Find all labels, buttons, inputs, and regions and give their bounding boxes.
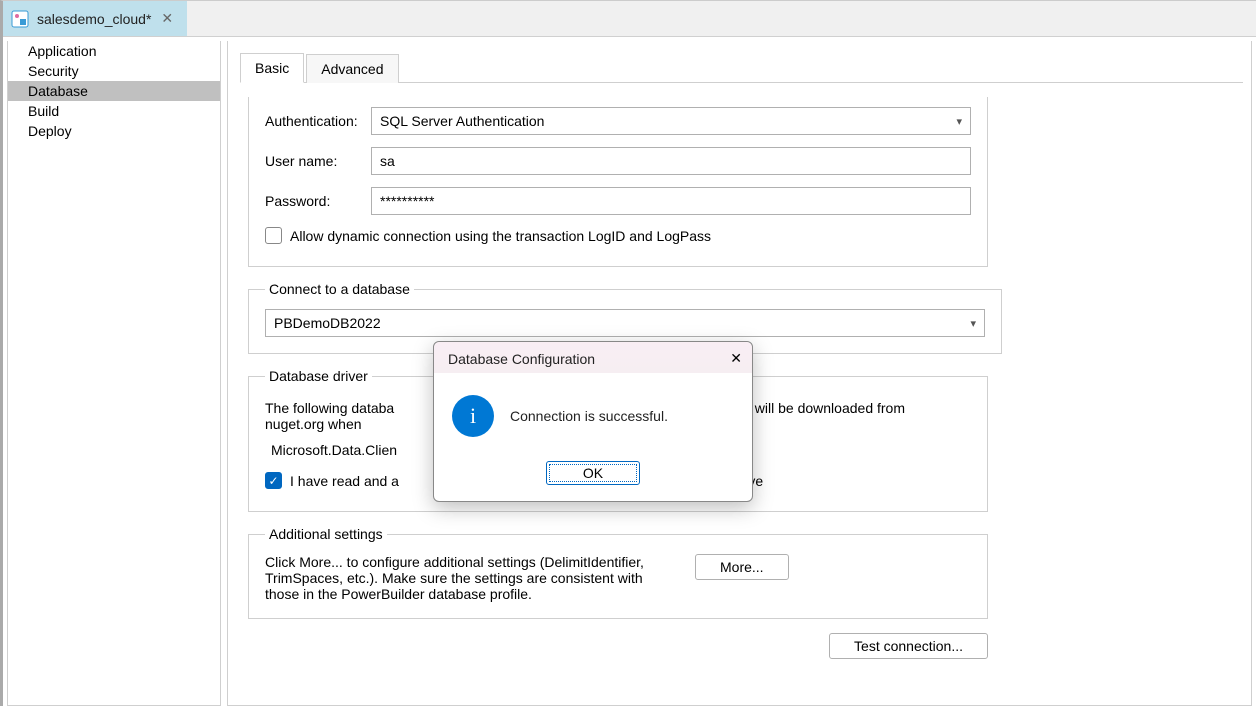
sidebar-item-build[interactable]: Build: [8, 101, 220, 121]
inner-tabs: Basic Advanced: [240, 49, 1243, 83]
chevron-down-icon: ▾: [956, 115, 962, 128]
dialog-message: Connection is successful.: [510, 408, 668, 424]
file-tab[interactable]: salesdemo_cloud* ✕: [3, 1, 187, 36]
allow-dynamic-label: Allow dynamic connection using the trans…: [290, 228, 711, 244]
file-tab-bar: salesdemo_cloud* ✕: [3, 1, 1256, 37]
password-label: Password:: [265, 193, 371, 209]
username-input[interactable]: [371, 147, 971, 175]
agree-label-a: I have read and a: [290, 473, 399, 489]
password-input[interactable]: [371, 187, 971, 215]
chevron-down-icon: ▾: [970, 317, 976, 330]
info-icon: i: [452, 395, 494, 437]
sidebar-item-security[interactable]: Security: [8, 61, 220, 81]
sidebar-item-application[interactable]: Application: [8, 41, 220, 61]
connect-legend: Connect to a database: [265, 281, 414, 297]
file-tab-title: salesdemo_cloud*: [37, 11, 151, 27]
dialog-title: Database Configuration: [448, 351, 595, 367]
sidebar-item-deploy[interactable]: Deploy: [8, 121, 220, 141]
auth-block: Authentication: SQL Server Authenticatio…: [248, 97, 988, 267]
additional-legend: Additional settings: [265, 526, 387, 542]
additional-text: Click More... to configure additional se…: [265, 554, 665, 602]
tab-advanced[interactable]: Advanced: [306, 54, 398, 83]
username-label: User name:: [265, 153, 371, 169]
dialog-ok-button[interactable]: OK: [546, 461, 640, 485]
close-icon[interactable]: ✕: [159, 10, 175, 27]
app-file-icon: [11, 10, 29, 28]
more-button[interactable]: More...: [695, 554, 789, 580]
sidebar-nav: Application Security Database Build Depl…: [7, 41, 221, 706]
sidebar-item-database[interactable]: Database: [8, 81, 220, 101]
authentication-select[interactable]: SQL Server Authentication ▾: [371, 107, 971, 135]
driver-legend: Database driver: [265, 368, 372, 384]
additional-group: Additional settings Click More... to con…: [248, 526, 988, 619]
database-value: PBDemoDB2022: [274, 315, 381, 331]
message-dialog: Database Configuration ✕ i Connection is…: [433, 341, 753, 502]
test-connection-button[interactable]: Test connection...: [829, 633, 988, 659]
dialog-close-icon[interactable]: ✕: [730, 350, 742, 367]
agree-checkbox[interactable]: ✓: [265, 472, 282, 489]
allow-dynamic-checkbox[interactable]: [265, 227, 282, 244]
authentication-value: SQL Server Authentication: [380, 113, 544, 129]
database-select[interactable]: PBDemoDB2022 ▾: [265, 309, 985, 337]
tab-basic[interactable]: Basic: [240, 53, 304, 83]
authentication-label: Authentication:: [265, 113, 371, 129]
